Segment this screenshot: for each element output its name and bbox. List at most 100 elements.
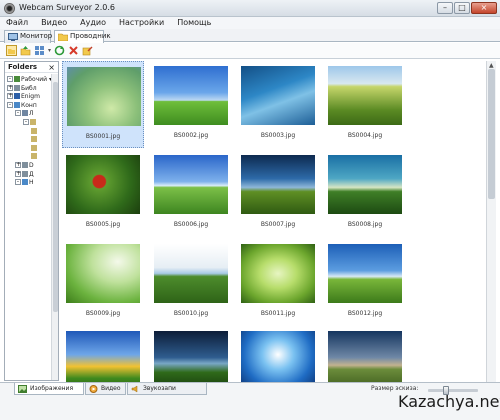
thumbnail-tile[interactable] — [324, 326, 406, 382]
folder-tree-item[interactable]: -Рабочий▾ — [7, 76, 52, 84]
folder-tree-label: D — [29, 162, 34, 169]
thumbnail-gallery: BS0001.jpg BS0002.jpg BS0003.jpg BS0004.jpg… — [60, 61, 485, 382]
folder-tree-item[interactable] — [23, 144, 38, 153]
thumbnail-filename: BS0003.jpg — [260, 132, 296, 139]
thumbnail-tile[interactable]: BS0011.jpg — [237, 239, 319, 326]
folders-toggle-icon[interactable] — [6, 45, 17, 56]
thumbnail-tile[interactable]: BS0007.jpg — [237, 150, 319, 237]
collapse-icon[interactable]: - — [7, 76, 13, 82]
view-tabs: Монитор Проводник — [0, 29, 500, 44]
site-watermark: Kazachya.net — [398, 388, 500, 412]
folder-icon — [22, 162, 28, 168]
expand-icon[interactable]: + — [15, 162, 21, 168]
folder-tree-item[interactable]: -Н — [15, 179, 34, 187]
minimize-button[interactable]: – — [437, 2, 453, 14]
expand-icon[interactable]: + — [7, 84, 13, 91]
thumbnail-tile[interactable]: BS0003.jpg — [237, 61, 319, 148]
thumbnail-tile[interactable]: BS0002.jpg — [150, 61, 232, 148]
folder-icon — [22, 179, 28, 186]
toolbar: ▾ — [0, 43, 500, 59]
folder-icon — [31, 153, 37, 160]
thumbnail-filename: BS0009.jpg — [85, 310, 121, 317]
tab-explorer-label: Проводник — [70, 32, 111, 40]
folder-icon — [31, 127, 37, 134]
thumbnail-filename: BS0012.jpg — [347, 310, 383, 317]
folder-tree-item[interactable]: - Конп — [7, 101, 37, 110]
thumbnail-image — [66, 155, 140, 214]
folder-tree-item[interactable] — [23, 127, 38, 136]
menu-audio[interactable]: Аудио — [74, 17, 113, 29]
thumbnail-image — [67, 67, 141, 126]
thumbnail-image — [154, 244, 228, 303]
thumbnail-image — [154, 66, 228, 125]
close-button[interactable]: × — [471, 2, 497, 14]
expand-icon[interactable]: + — [7, 93, 13, 100]
collapse-icon[interactable]: - — [7, 101, 13, 108]
watermark-text: Kazachya.net — [398, 392, 500, 411]
expand-icon[interactable]: + — [15, 170, 21, 177]
folder-icon — [30, 119, 36, 125]
refresh-icon[interactable] — [54, 45, 65, 56]
tab-explorer[interactable]: Проводник — [54, 30, 111, 44]
folder-tree-label: Конп — [21, 101, 37, 109]
thumbnail-image — [66, 331, 140, 382]
thumbnail-tile[interactable] — [62, 326, 144, 382]
thumbnail-image — [154, 331, 228, 382]
thumbnail-image — [241, 244, 315, 303]
thumbnail-filename: BS0002.jpg — [173, 132, 209, 139]
menu-file[interactable]: Файл — [0, 17, 35, 29]
thumbnail-image — [328, 244, 402, 303]
menu-bar: Файл Видео Аудио Настройки Помощь — [0, 17, 500, 29]
folder-tree-item[interactable]: - — [23, 119, 37, 127]
folder-tree-label: Л — [29, 110, 34, 118]
thumbnail-tile[interactable]: BS0010.jpg — [150, 239, 232, 326]
thumbnail-tile[interactable] — [150, 326, 232, 382]
folder-tree-item[interactable] — [23, 136, 38, 144]
tab-images[interactable]: Изображения — [14, 383, 84, 395]
thumbnail-tile[interactable]: BS0005.jpg — [62, 150, 144, 237]
tab-audio[interactable]: Звукозапи — [127, 383, 207, 395]
thumbnail-tile[interactable]: BS0008.jpg — [324, 150, 406, 237]
thumbnail-tile[interactable]: BS0004.jpg — [324, 61, 406, 148]
folders-scroll-thumb[interactable] — [53, 82, 58, 312]
folders-scrollbar[interactable] — [51, 74, 58, 380]
thumbnail-tile[interactable] — [237, 326, 319, 382]
scroll-up-icon[interactable]: ▲ — [489, 62, 494, 69]
thumbnail-image — [241, 66, 315, 125]
folder-tree-item[interactable] — [23, 153, 38, 161]
collapse-icon[interactable]: - — [15, 110, 21, 117]
folder-icon — [22, 110, 28, 117]
images-icon — [18, 385, 27, 393]
thumbnail-tile[interactable]: BS0001.jpg — [62, 61, 144, 148]
thumbnail-tile[interactable]: BS0012.jpg — [324, 239, 406, 326]
video-icon — [89, 385, 98, 393]
thumbnail-image — [66, 244, 140, 303]
speaker-icon — [131, 385, 138, 393]
monitor-icon — [8, 33, 18, 41]
gallery-scroll-thumb[interactable] — [488, 69, 495, 199]
thumbnail-tile[interactable]: BS0006.jpg — [150, 150, 232, 237]
thumbnail-image — [241, 331, 315, 382]
thumbnail-tile[interactable]: BS0009.jpg — [62, 239, 144, 326]
rename-icon[interactable] — [82, 45, 93, 56]
folders-title: Folders — [8, 63, 38, 71]
up-folder-icon[interactable] — [20, 45, 31, 56]
gallery-scrollbar[interactable]: ▲ — [486, 61, 496, 382]
view-mode-dropdown-icon[interactable]: ▾ — [48, 47, 51, 54]
menu-help[interactable]: Помощь — [171, 17, 218, 29]
collapse-icon[interactable]: - — [15, 179, 21, 186]
collapse-icon[interactable]: - — [23, 119, 29, 125]
folder-tree-item[interactable]: + Enigm — [7, 93, 40, 101]
view-mode-icon[interactable] — [34, 45, 45, 56]
menu-video[interactable]: Видео — [35, 17, 74, 29]
maximize-button[interactable]: □ — [454, 2, 470, 14]
menu-settings[interactable]: Настройки — [113, 17, 171, 29]
folder-icon — [14, 93, 20, 100]
tab-monitor-label: Монитор — [20, 32, 53, 40]
folder-tree-item[interactable]: + D — [15, 162, 34, 170]
folders-close-button[interactable]: × — [48, 63, 55, 72]
tab-monitor[interactable]: Монитор — [4, 30, 53, 43]
tab-video[interactable]: Видео — [85, 383, 126, 395]
delete-icon[interactable] — [68, 45, 79, 56]
folder-icon — [14, 101, 20, 108]
